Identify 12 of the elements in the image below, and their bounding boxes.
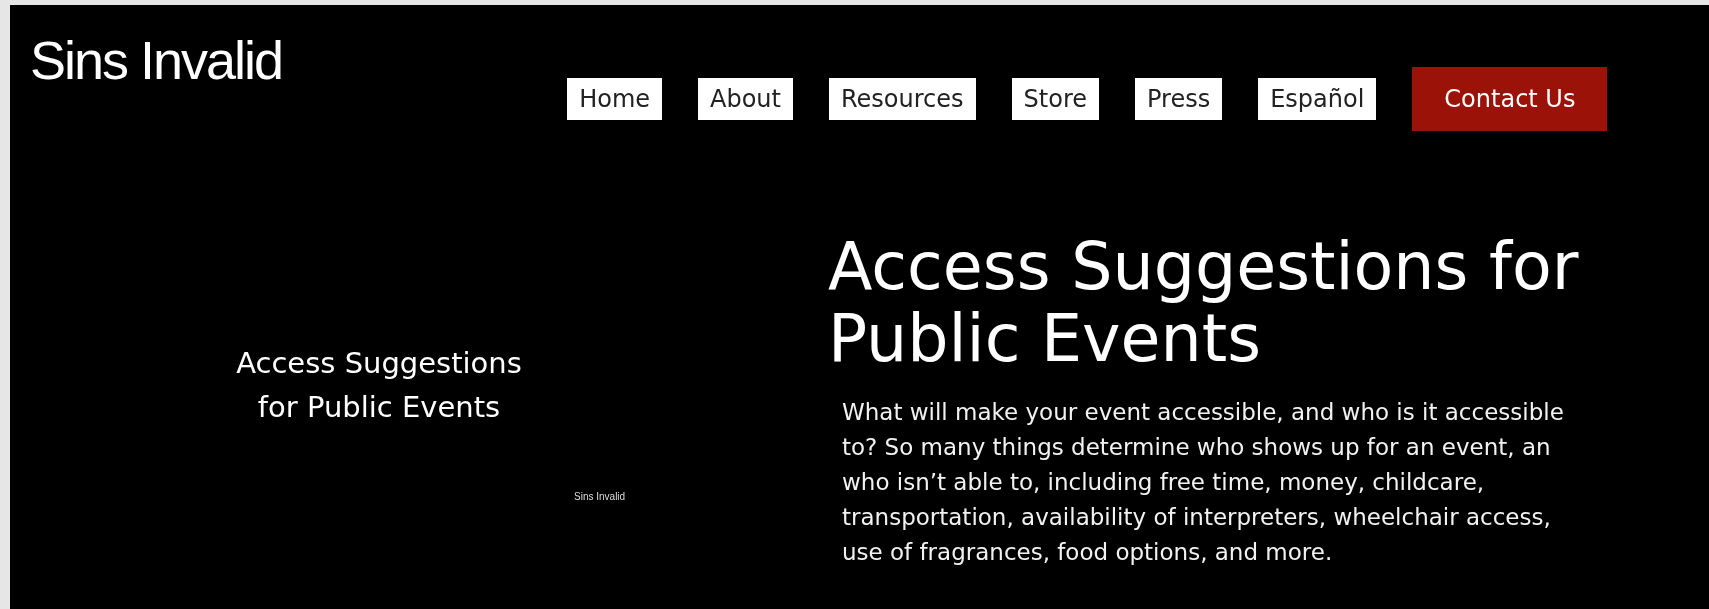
nav-link[interactable]: Español — [1258, 78, 1377, 120]
intro-paragraph: What will make your event accessible, and who is it accessible to? So many things determine who shows up for an event, an who isn’t able to, including free time, money, childcare, transportation, availability of interpreters, wheelchair access, use of fragrances, food options, and more. — [842, 398, 1565, 567]
article-title: Access Suggestions for Public Events — [828, 231, 1580, 375]
contact-button[interactable]: Contact Us — [1412, 67, 1608, 131]
nav-link[interactable]: Resources — [829, 78, 976, 120]
graphic-title: Access Suggestions for Public Events — [235, 345, 523, 426]
nav-link[interactable]: About — [698, 78, 793, 120]
site-logo[interactable]: Sins Invalid — [30, 27, 283, 93]
nav-link[interactable]: Store — [1011, 78, 1099, 120]
nav-link[interactable]: Press — [1135, 78, 1223, 120]
graphic-credit: Sins Invalid — [574, 491, 626, 502]
nav-link[interactable]: Home — [567, 78, 663, 120]
